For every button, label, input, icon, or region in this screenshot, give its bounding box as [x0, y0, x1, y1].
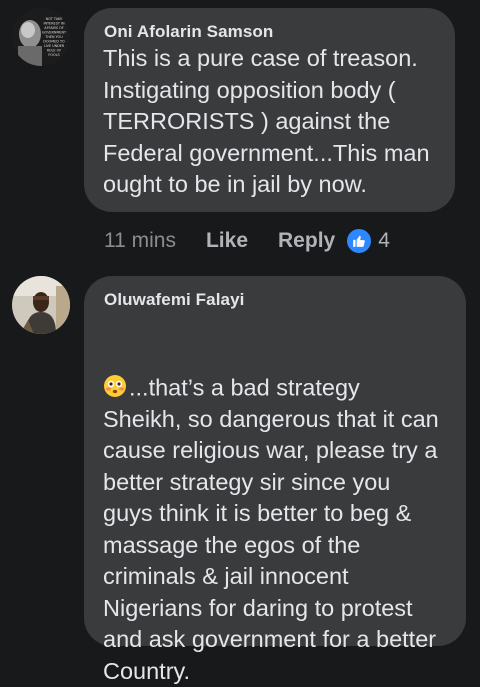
svg-text:DOOMED TO: DOOMED TO — [43, 40, 65, 44]
svg-text:AFFAIRS OF: AFFAIRS OF — [44, 26, 63, 30]
person-photo-avatar-icon[interactable] — [12, 276, 70, 334]
comment-author[interactable]: Oni Afolarin Samson — [104, 22, 273, 42]
comment-text: This is a pure case of treason. Instigat… — [103, 45, 430, 197]
svg-text:LIVE UNDER: LIVE UNDER — [44, 44, 65, 48]
comment-author[interactable]: Oluwafemi Falayi — [104, 290, 244, 310]
comment-text-content: ...that’s a bad strategy Sheikh, so dang… — [103, 374, 439, 684]
like-button[interactable]: Like — [206, 229, 248, 253]
comment-text: ...that’s a bad strategy Sheikh, so dang… — [103, 311, 468, 687]
flushed-face-emoji — [103, 343, 127, 397]
svg-text:FOOLS: FOOLS — [48, 53, 59, 57]
comment-actions: 11 mins Like Reply 4 — [104, 227, 390, 255]
reply-button[interactable]: Reply — [278, 229, 335, 253]
svg-text:NOT TAKE: NOT TAKE — [46, 17, 63, 21]
reaction-count[interactable]: 4 — [378, 229, 390, 253]
svg-text:INTEREST IN: INTEREST IN — [43, 22, 65, 26]
quote-portrait-avatar-icon[interactable]: NOT TAKE INTEREST IN AFFAIRS OF GOVERNME… — [12, 8, 70, 66]
svg-text:GOVERNMENT: GOVERNMENT — [42, 31, 67, 35]
thumbs-up-reaction-icon[interactable] — [347, 229, 372, 253]
svg-text:RULE OF: RULE OF — [47, 49, 62, 53]
svg-text:THEN YOU: THEN YOU — [44, 35, 63, 39]
comment-timestamp[interactable]: 11 mins — [104, 229, 176, 253]
